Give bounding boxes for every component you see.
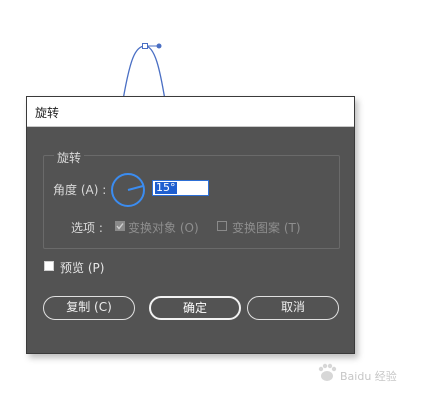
- ok-button[interactable]: 确定: [149, 296, 241, 320]
- checkmark-icon: [116, 223, 124, 230]
- rotate-dialog: 旋转 旋转 角度 (A) : 15° 选项 : 变换对象 (O) 变换图案 (T…: [26, 96, 355, 354]
- dialog-titlebar[interactable]: 旋转: [27, 97, 354, 127]
- baidu-paw-icon: [318, 363, 337, 381]
- transform-objects-label: 变换对象 (O): [128, 221, 199, 235]
- angle-value: 15°: [155, 181, 177, 194]
- preview-checkbox[interactable]: [44, 261, 54, 271]
- preview-label: 预览 (P): [60, 261, 105, 275]
- angle-input[interactable]: 15°: [152, 180, 209, 196]
- transform-patterns-label: 变换图案 (T): [232, 221, 301, 235]
- transform-objects-checkbox[interactable]: [115, 221, 125, 231]
- artwork-curve: [122, 43, 166, 101]
- watermark-text: Baidu 经验: [340, 370, 397, 383]
- angle-dial-icon[interactable]: [110, 172, 146, 208]
- angle-label: 角度 (A) :: [53, 183, 107, 197]
- dialog-title: 旋转: [35, 106, 60, 120]
- cancel-button[interactable]: 取消: [247, 296, 339, 320]
- group-label: 旋转: [54, 149, 85, 166]
- transform-patterns-checkbox[interactable]: [217, 221, 227, 231]
- copy-button[interactable]: 复制 (C): [43, 296, 135, 320]
- options-label: 选项 :: [71, 221, 103, 235]
